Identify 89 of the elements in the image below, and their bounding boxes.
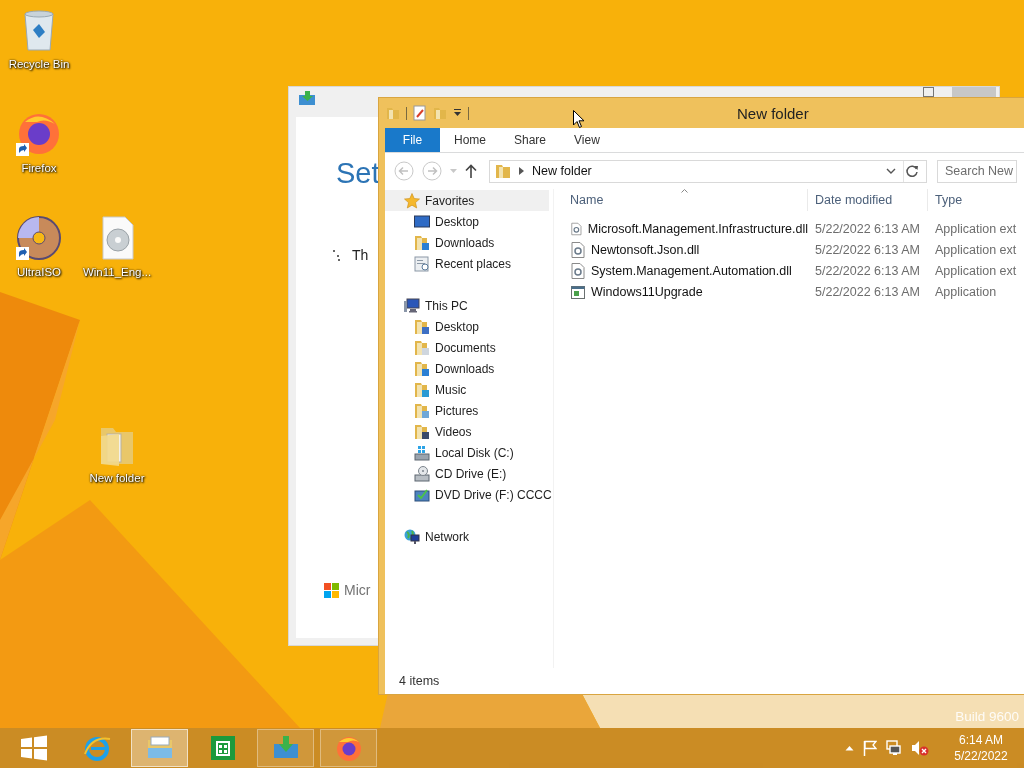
file-name-cell[interactable]: System.Management.Automation.dll xyxy=(554,262,808,279)
refresh-icon[interactable] xyxy=(905,164,919,178)
setup-status-text: Th xyxy=(352,247,369,263)
desktop-icon-label: Firefox xyxy=(21,162,57,174)
navigation-item[interactable]: Downloads xyxy=(385,232,553,253)
setup-button[interactable] xyxy=(257,729,314,767)
volume-icon[interactable] xyxy=(911,740,929,756)
chevron-right-icon[interactable] xyxy=(519,167,524,175)
folder-icon xyxy=(386,106,400,120)
clock-time: 6:14 AM xyxy=(959,732,1003,748)
network-icon[interactable] xyxy=(886,740,902,756)
navigation-item[interactable]: Documents xyxy=(385,337,553,358)
desktop-icon-label: New folder xyxy=(89,472,145,484)
navigation-item[interactable]: CD Drive (E:) xyxy=(385,463,553,484)
date-cell-text: 5/22/2022 6:13 AM xyxy=(814,221,921,236)
folder-icon xyxy=(414,360,430,377)
application-icon xyxy=(571,283,585,300)
folder-icon xyxy=(414,318,430,335)
star-icon xyxy=(404,192,420,209)
spinner-icon xyxy=(332,249,342,261)
date-cell-text: 5/22/2022 6:13 AM xyxy=(814,242,921,257)
setup-app-icon xyxy=(299,91,315,105)
navigation-item[interactable]: Videos xyxy=(385,421,553,442)
firefox-button[interactable] xyxy=(320,729,377,767)
type-cell-text: Application xyxy=(934,284,998,299)
setup-heading: Set xyxy=(336,157,380,190)
navigation-item[interactable]: DVD Drive (F:) CCCC xyxy=(385,484,553,505)
monitor-icon xyxy=(414,213,430,230)
folder-icon xyxy=(414,381,430,398)
flag-icon[interactable] xyxy=(863,740,877,756)
folder-icon xyxy=(414,402,430,419)
chevron-down-icon[interactable] xyxy=(886,168,896,174)
settings-file-icon xyxy=(571,262,585,279)
globe-icon xyxy=(404,528,420,545)
show-hidden-icons-icon[interactable] xyxy=(845,745,854,751)
drive-icon xyxy=(414,444,430,461)
file-name-cell[interactable]: Newtonsoft.Json.dll xyxy=(554,241,808,258)
navigation-item[interactable]: Desktop xyxy=(385,316,553,337)
folder-icon xyxy=(414,423,430,440)
folder-icon xyxy=(414,339,430,356)
type-cell-text: Application ext xyxy=(934,221,1018,236)
date-cell-text: 5/22/2022 6:13 AM xyxy=(814,263,921,278)
page-icon xyxy=(414,255,430,272)
disc-drive-icon xyxy=(414,465,430,482)
windows-logo-icon xyxy=(18,734,49,762)
column-header[interactable]: Date modified xyxy=(808,189,928,211)
type-cell-text: Application ext xyxy=(934,242,1018,257)
desktop-icon-label: Recycle Bin xyxy=(8,58,70,70)
navigation-item[interactable]: Network xyxy=(385,526,553,547)
ribbon-tab[interactable]: Home xyxy=(440,128,500,152)
folder-icon xyxy=(414,234,430,251)
brand-text: Micr xyxy=(344,582,371,598)
sort-ascending-icon xyxy=(680,189,688,193)
computer-icon xyxy=(404,297,420,314)
settings-file-icon xyxy=(571,241,585,258)
clock-date: 5/22/2022 xyxy=(954,748,1008,764)
desktop-icon-label: Win11_Eng... xyxy=(82,266,152,278)
column-header[interactable]: Name xyxy=(554,189,808,211)
ribbon-tab[interactable]: View xyxy=(560,128,614,152)
window-title: New folder xyxy=(737,105,809,122)
disc-icon[interactable] xyxy=(15,214,63,262)
navigation-item[interactable]: Recent places xyxy=(385,253,553,274)
navigation-item[interactable]: Downloads xyxy=(385,358,553,379)
dropdown-icon[interactable] xyxy=(453,109,462,117)
column-header[interactable]: Type xyxy=(928,189,1024,211)
address-bar[interactable]: New folder xyxy=(489,159,927,183)
settings-file-icon xyxy=(571,220,582,237)
maximize-icon[interactable] xyxy=(923,87,934,97)
date-cell-text: 5/22/2022 6:13 AM xyxy=(814,284,921,299)
type-cell-text: Application ext xyxy=(934,263,1018,278)
build-watermark: Build 9600 xyxy=(955,709,1019,724)
search-field[interactable]: Search New xyxy=(937,159,1017,183)
browser-e-icon xyxy=(81,734,112,762)
navigation-item[interactable]: Desktop xyxy=(385,211,553,232)
navigation-item[interactable]: Local Disk (C:) xyxy=(385,442,553,463)
ribbon-tab[interactable]: Share xyxy=(500,128,561,152)
navigation-item[interactable]: Favorites xyxy=(385,190,549,211)
up-arrow-icon[interactable] xyxy=(465,164,477,178)
four-squares-logo-icon xyxy=(324,582,339,598)
desktop-icon-label: UltraISO xyxy=(16,266,62,278)
folder-icon xyxy=(495,163,511,179)
file-name-cell[interactable]: Windows11Upgrade xyxy=(554,283,808,300)
navigation-item[interactable]: This PC xyxy=(385,295,553,316)
file-name-cell[interactable]: Microsoft.Management.Infrastructure.dll xyxy=(554,220,808,237)
status-bar-text: 4 items xyxy=(398,673,441,690)
navigation-item[interactable]: Music xyxy=(385,379,553,400)
file-menu-button[interactable]: File xyxy=(385,128,440,152)
file-explorer-button[interactable] xyxy=(131,729,188,767)
navigation-item[interactable]: Pictures xyxy=(385,400,553,421)
